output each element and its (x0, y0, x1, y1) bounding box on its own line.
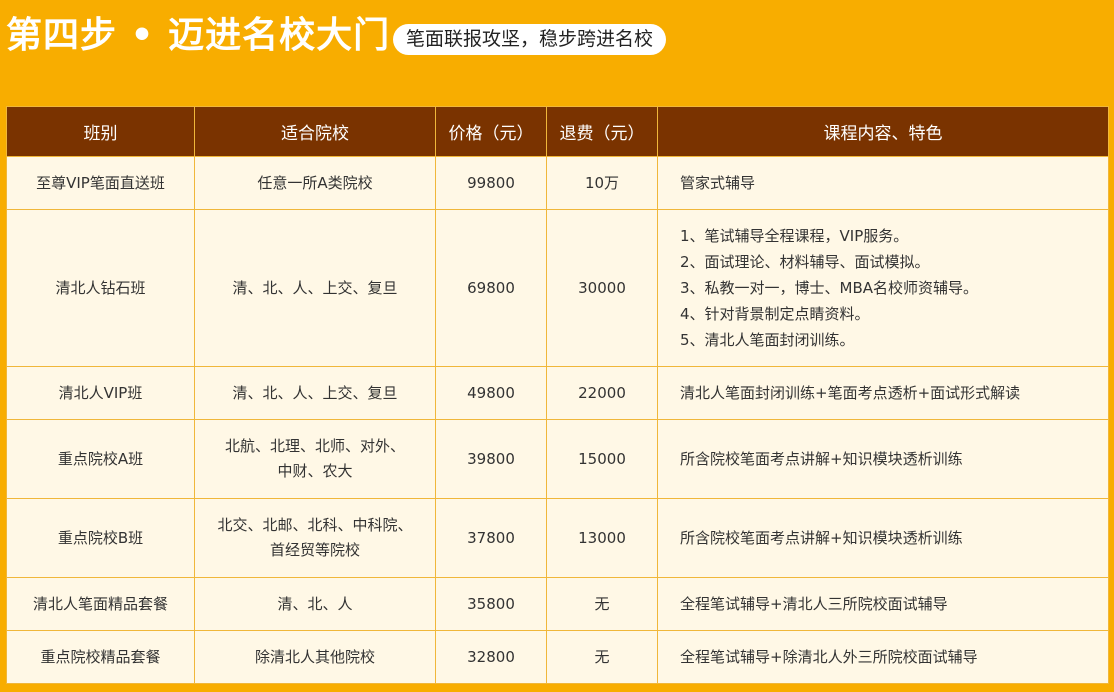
cell-price: 35800 (435, 577, 547, 631)
cell-price: 99800 (435, 156, 547, 210)
pricing-table: 班别 适合院校 价格（元） 退费（元） 课程内容、特色 至尊VIP笔面直送班 任… (6, 106, 1109, 684)
cell-refund: 10万 (546, 156, 658, 210)
cell-price: 69800 (435, 209, 547, 367)
table-row: 至尊VIP笔面直送班 任意一所A类院校 99800 10万 管家式辅导 (6, 156, 1109, 210)
table-row: 重点院校精品套餐 除清北人其他院校 32800 无 全程笔试辅导+除清北人外三所… (6, 630, 1109, 684)
cell-refund: 30000 (546, 209, 658, 367)
cell-price: 37800 (435, 498, 547, 578)
school-line: 清、北、人、上交、复旦 (232, 278, 398, 297)
column-header-class: 班别 (6, 106, 195, 157)
cell-price: 49800 (435, 366, 547, 420)
cell-schools: 清、北、人 (194, 577, 436, 631)
cell-class: 重点院校A班 (6, 419, 195, 499)
cell-price: 32800 (435, 630, 547, 684)
school-line: 北航、北理、北师、对外、 (224, 437, 405, 455)
content-line: 5、清北人笔面封闭训练。 (680, 331, 855, 349)
cell-content: 全程笔试辅导+除清北人外三所院校面试辅导 (657, 630, 1109, 684)
column-header-content: 课程内容、特色 (657, 106, 1109, 157)
cell-refund: 无 (546, 630, 658, 684)
content-line: 3、私教一对一，博士、MBA名校师资辅导。 (680, 279, 979, 297)
cell-schools: 除清北人其他院校 (194, 630, 436, 684)
table-row: 清北人VIP班 清、北、人、上交、复旦 49800 22000 清北人笔面封闭训… (6, 366, 1109, 420)
cell-refund: 无 (546, 577, 658, 631)
school-line: 清、北、人 (277, 594, 353, 613)
cell-content: 所含院校笔面考点讲解+知识模块透析训练 (657, 419, 1109, 499)
content-line: 全程笔试辅导+清北人三所院校面试辅导 (680, 594, 948, 613)
table-row: 清北人笔面精品套餐 清、北、人 35800 无 全程笔试辅导+清北人三所院校面试… (6, 577, 1109, 631)
content-line: 4、针对背景制定点睛资料。 (680, 305, 870, 323)
cell-class: 重点院校精品套餐 (6, 630, 195, 684)
cell-refund: 22000 (546, 366, 658, 420)
cell-schools: 任意一所A类院校 (194, 156, 436, 210)
table-header-row: 班别 适合院校 价格（元） 退费（元） 课程内容、特色 (6, 106, 1109, 157)
school-line: 除清北人其他院校 (254, 647, 375, 666)
content-line: 管家式辅导 (680, 173, 756, 192)
table-row: 重点院校B班 北交、北邮、北科、中科院、 首经贸等院校 37800 13000 … (6, 498, 1109, 578)
cell-content: 清北人笔面封闭训练+笔面考点透析+面试形式解读 (657, 366, 1109, 420)
cell-content: 1、笔试辅导全程课程，VIP服务。 2、面试理论、材料辅导、面试模拟。 3、私教… (657, 209, 1109, 367)
school-line: 首经贸等院校 (269, 541, 360, 559)
subtitle-badge: 笔面联报攻坚，稳步跨进名校 (393, 24, 667, 55)
content-line: 所含院校笔面考点讲解+知识模块透析训练 (680, 528, 963, 547)
table-row: 清北人钻石班 清、北、人、上交、复旦 69800 30000 1、笔试辅导全程课… (6, 209, 1109, 367)
school-line: 任意一所A类院校 (257, 173, 373, 192)
cell-schools: 北交、北邮、北科、中科院、 首经贸等院校 (194, 498, 436, 578)
cell-content: 管家式辅导 (657, 156, 1109, 210)
school-line: 清、北、人、上交、复旦 (232, 383, 398, 402)
content-line: 清北人笔面封闭训练+笔面考点透析+面试形式解读 (680, 383, 1021, 402)
cell-schools: 北航、北理、北师、对外、 中财、农大 (194, 419, 436, 499)
school-line: 中财、农大 (277, 462, 353, 480)
table-row: 重点院校A班 北航、北理、北师、对外、 中财、农大 39800 15000 所含… (6, 419, 1109, 499)
header: 第四步 • 迈进名校大门 笔面联报攻坚，稳步跨进名校 (0, 0, 1114, 80)
page-title: 第四步 • 迈进名校大门 (6, 15, 391, 56)
cell-schools: 清、北、人、上交、复旦 (194, 366, 436, 420)
content-line: 所含院校笔面考点讲解+知识模块透析训练 (680, 449, 963, 468)
cell-refund: 15000 (546, 419, 658, 499)
pricing-table-container: 班别 适合院校 价格（元） 退费（元） 课程内容、特色 至尊VIP笔面直送班 任… (6, 106, 1109, 684)
column-header-refund: 退费（元） (546, 106, 658, 157)
cell-refund: 13000 (546, 498, 658, 578)
cell-class: 重点院校B班 (6, 498, 195, 578)
content-line: 全程笔试辅导+除清北人外三所院校面试辅导 (680, 647, 978, 666)
column-header-price: 价格（元） (435, 106, 547, 157)
content-line: 2、面试理论、材料辅导、面试模拟。 (680, 253, 930, 271)
content-line: 1、笔试辅导全程课程，VIP服务。 (680, 227, 909, 245)
cell-class: 清北人VIP班 (6, 366, 195, 420)
school-line: 北交、北邮、北科、中科院、 (217, 516, 413, 534)
cell-content: 所含院校笔面考点讲解+知识模块透析训练 (657, 498, 1109, 578)
cell-class: 清北人钻石班 (6, 209, 195, 367)
column-header-schools: 适合院校 (194, 106, 436, 157)
cell-content: 全程笔试辅导+清北人三所院校面试辅导 (657, 577, 1109, 631)
cell-class: 清北人笔面精品套餐 (6, 577, 195, 631)
cell-class: 至尊VIP笔面直送班 (6, 156, 195, 210)
cell-schools: 清、北、人、上交、复旦 (194, 209, 436, 367)
cell-price: 39800 (435, 419, 547, 499)
